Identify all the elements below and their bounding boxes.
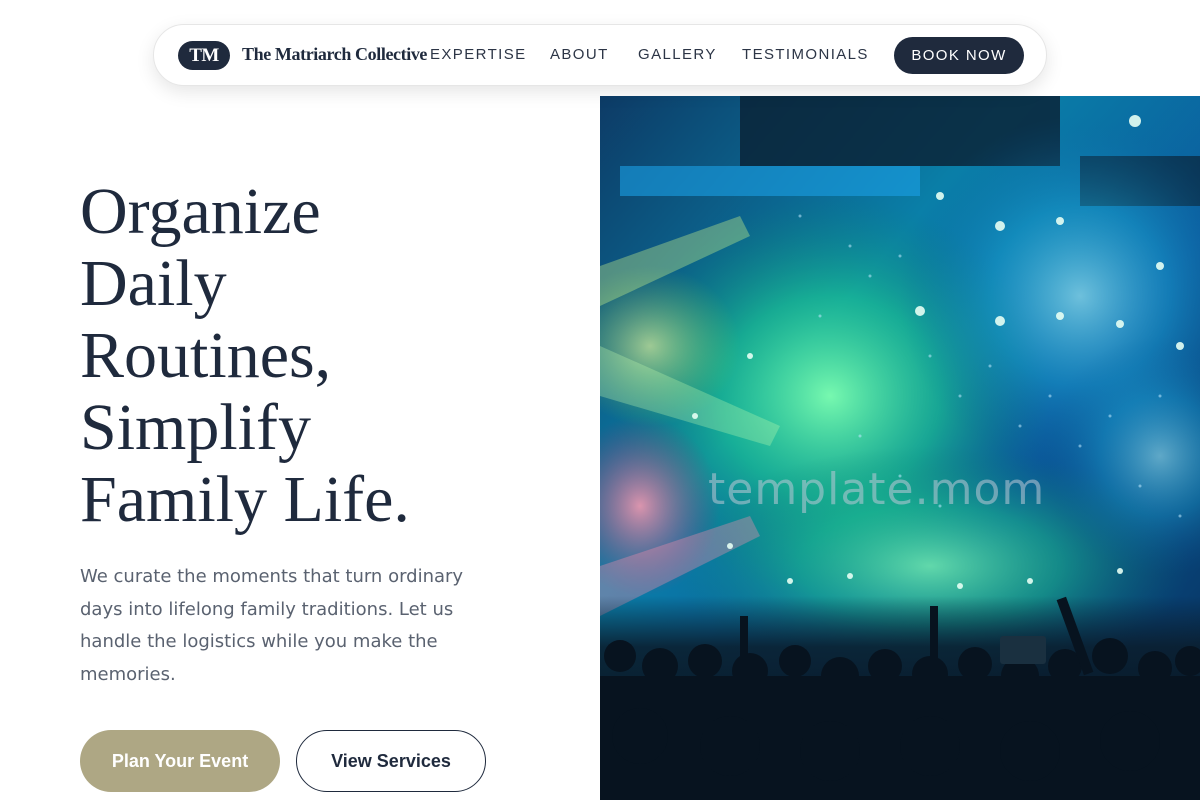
top-navigation: TM The Matriarch Collective EXPERTISE AB… xyxy=(153,24,1047,86)
nav-link-expertise[interactable]: EXPERTISE xyxy=(430,46,527,63)
concert-illustration xyxy=(600,96,1200,800)
plan-your-event-button[interactable]: Plan Your Event xyxy=(80,730,280,792)
image-watermark: template.mom xyxy=(708,464,1046,515)
nav-link-testimonials[interactable]: TESTIMONIALS xyxy=(742,46,869,63)
brand-name[interactable]: The Matriarch Collective xyxy=(242,44,427,65)
headline-line: Daily xyxy=(80,247,227,320)
hero-subtext: We curate the moments that turn ordinary… xyxy=(80,566,464,685)
nav-link-gallery[interactable]: GALLERY xyxy=(638,46,717,63)
view-services-button[interactable]: View Services xyxy=(296,730,486,792)
headline-line: Family Life. xyxy=(80,463,410,536)
headline-line: Routines, xyxy=(80,319,332,392)
nav-link-about[interactable]: ABOUT xyxy=(550,46,609,63)
logo-badge[interactable]: TM xyxy=(178,41,230,70)
book-now-button[interactable]: BOOK NOW xyxy=(894,37,1024,74)
hero-concert-image: template.mom xyxy=(600,96,1200,800)
headline-line: Organize xyxy=(80,175,321,248)
headline-line: Simplify xyxy=(80,391,312,464)
hero-headline: Organize Daily Routines, Simplify Family… xyxy=(80,176,580,536)
